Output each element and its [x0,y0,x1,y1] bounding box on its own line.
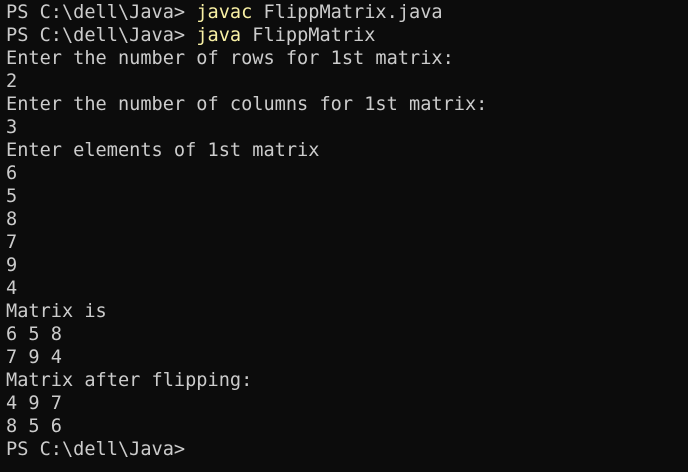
output-line: 9 [6,255,18,276]
output-line: 2 [6,71,18,92]
output-line: 5 [6,186,18,207]
output-line: Enter the number of columns for 1st matr… [6,94,488,115]
prompt: PS C:\dell\Java> [6,439,186,460]
output-line: 8 [6,209,18,230]
output-line: 7 9 4 [6,347,62,368]
prompt: PS C:\dell\Java> [6,25,197,46]
command-keyword: java [196,25,242,46]
prompt: PS C:\dell\Java> [6,2,197,23]
output-line: 4 [6,278,18,299]
current-prompt-line[interactable]: PS C:\dell\Java> [6,438,688,461]
output-line: 8 5 6 [6,416,62,437]
output-line: 7 [6,232,18,253]
command-line-1: PS C:\dell\Java> javac FlippMatrix.java [6,1,688,24]
command-args: FlippMatrix [241,25,376,46]
output-line: 6 [6,163,18,184]
command-line-2: PS C:\dell\Java> java FlippMatrix [6,24,688,47]
output-line: 6 5 8 [6,324,62,345]
output-line: Matrix after flipping: [6,370,253,391]
command-keyword: javac [196,2,253,23]
terminal-window[interactable]: PS C:\dell\Java> javac FlippMatrix.java … [0,0,688,472]
command-args: FlippMatrix.java [252,2,443,23]
output-line: 4 9 7 [6,393,62,414]
output-line: 3 [6,117,18,138]
output-line: Enter elements of 1st matrix [6,140,320,161]
output-line: Matrix is [6,301,107,322]
output-line: Enter the number of rows for 1st matrix: [6,48,454,69]
